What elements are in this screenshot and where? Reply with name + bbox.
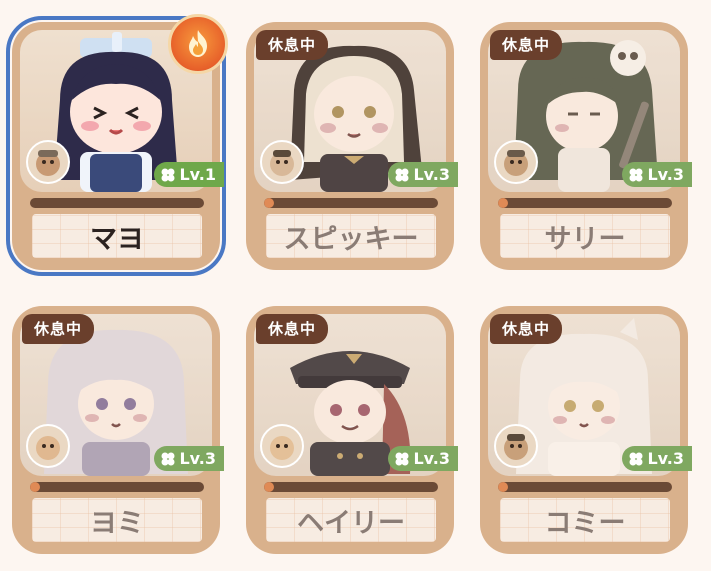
status-tag: 休息中 xyxy=(490,314,563,344)
level-badge: Lv.3 xyxy=(622,446,692,471)
level-text: Lv.3 xyxy=(647,449,684,468)
companion-avatar xyxy=(494,424,538,468)
character-name: コミー xyxy=(500,498,670,542)
status-tag: 休息中 xyxy=(490,30,563,60)
level-text: Lv.3 xyxy=(179,449,216,468)
companion-avatar xyxy=(494,140,538,184)
level-badge: Lv.3 xyxy=(388,162,458,187)
companion-avatar xyxy=(260,140,304,184)
status-tag: 休息中 xyxy=(256,30,329,60)
clover-icon xyxy=(395,168,409,181)
character-name: スピッキー xyxy=(266,214,436,258)
companion-avatar xyxy=(26,424,70,468)
level-text: Lv.1 xyxy=(179,165,216,184)
status-tag: 休息中 xyxy=(256,314,329,344)
character-name: サリー xyxy=(500,214,670,258)
progress-bar xyxy=(264,198,438,208)
fire-icon xyxy=(168,14,228,74)
character-card-mayo[interactable]: Lv.1 マヨ xyxy=(6,14,228,276)
character-card-komi[interactable]: 休息中 Lv.3 コミー xyxy=(480,306,692,554)
character-name: マヨ xyxy=(32,214,202,258)
companion-avatar xyxy=(260,424,304,468)
level-badge: Lv.3 xyxy=(388,446,458,471)
character-card-hailey[interactable]: 休息中 Lv.3 ヘイリー xyxy=(246,306,458,554)
character-card-spikky[interactable]: 休息中 Lv.3 スピッキー xyxy=(246,22,458,270)
progress-bar xyxy=(30,482,204,492)
level-badge: Lv.3 xyxy=(622,162,692,187)
clover-icon xyxy=(629,452,643,465)
character-card-yomi[interactable]: 休息中 Lv.3 ヨミ xyxy=(12,306,224,554)
clover-icon xyxy=(161,168,175,181)
progress-bar xyxy=(264,482,438,492)
level-text: Lv.3 xyxy=(647,165,684,184)
clover-icon xyxy=(629,168,643,181)
status-tag: 休息中 xyxy=(22,314,95,344)
progress-bar xyxy=(30,198,204,208)
character-name: ヨミ xyxy=(32,498,202,542)
clover-icon xyxy=(161,452,175,465)
level-text: Lv.3 xyxy=(413,165,450,184)
progress-bar xyxy=(498,198,672,208)
clover-icon xyxy=(395,452,409,465)
character-name: ヘイリー xyxy=(266,498,436,542)
level-badge: Lv.3 xyxy=(154,446,224,471)
level-badge: Lv.1 xyxy=(154,162,224,187)
companion-avatar xyxy=(26,140,70,184)
progress-bar xyxy=(498,482,672,492)
character-card-sally[interactable]: 休息中 Lv.3 サリー xyxy=(480,22,692,270)
level-text: Lv.3 xyxy=(413,449,450,468)
